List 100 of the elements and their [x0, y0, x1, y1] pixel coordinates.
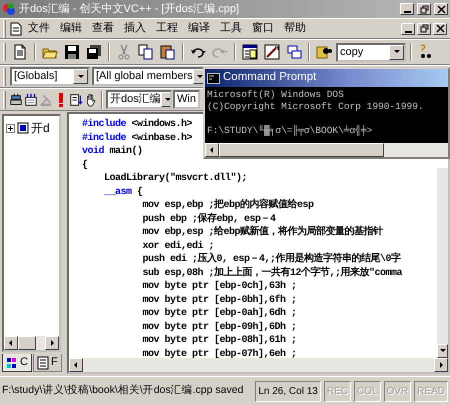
- paste-icon: [160, 44, 176, 60]
- code-line: mov esp,ebp ;把ebp的内容赋值给esp: [142, 199, 314, 212]
- new-file-icon: [12, 44, 28, 60]
- close-icon: [436, 24, 444, 33]
- workspace-tab[interactable]: C: [2, 354, 32, 372]
- caret-icon: [76, 72, 84, 80]
- console-title: Command Prompt: [223, 70, 316, 86]
- find-field[interactable]: copy: [336, 42, 406, 62]
- menu-item[interactable]: 查看: [88, 20, 118, 37]
- close-icon: [436, 4, 446, 14]
- dropdown-button[interactable]: [389, 44, 404, 60]
- code-line: mov ebp,esp ;给ebp赋新值，将作为局部变量的基指针: [142, 226, 383, 240]
- expand-icon[interactable]: [6, 124, 15, 132]
- member-combo[interactable]: [All global members: [92, 67, 206, 86]
- code-line: push edi ;压入0, esp－4,;作用是构造字符串的结尾\0字: [142, 253, 401, 266]
- class-combo[interactable]: [Globals]: [10, 67, 90, 86]
- save-button[interactable]: [62, 42, 82, 62]
- down-arrow-icon: [438, 347, 446, 355]
- save-all-button[interactable]: [84, 42, 104, 62]
- scroll-down-button[interactable]: [437, 344, 448, 358]
- restore-button[interactable]: [417, 3, 431, 15]
- horizontal-scrollbar[interactable]: [4, 336, 59, 350]
- caret-icon: [196, 72, 204, 80]
- menu-item[interactable]: 插入: [120, 20, 150, 37]
- code-line: #include <windows.h>: [82, 118, 192, 132]
- code-line: mov byte ptr [ebp-0ah],6dh ;: [142, 307, 297, 320]
- menu-item[interactable]: 帮助: [280, 20, 310, 37]
- minimize-button[interactable]: [401, 22, 415, 34]
- dropdown-button[interactable]: [192, 69, 204, 84]
- class-icon: [17, 122, 29, 134]
- minimize-button[interactable]: [400, 3, 414, 15]
- class-view-icon: [6, 356, 18, 370]
- workspace-tab[interactable]: F: [32, 354, 62, 372]
- configuration-combo[interactable]: 开dos汇编: [106, 90, 172, 109]
- console-prompt: F:\STUDY\╙▓╕σ\=╟╤σ\BOOK\╧α╣╪>: [207, 125, 372, 137]
- left-arrow-icon: [72, 361, 80, 369]
- menu-item[interactable]: 窗口: [248, 20, 278, 37]
- workspace-button[interactable]: [240, 42, 260, 62]
- left-arrow-icon: [208, 146, 216, 154]
- code-line: mov byte ptr [ebp-09h],6Dh ;: [142, 320, 297, 334]
- code-line: mov byte ptr [ebp-0bh],6fh ;: [142, 294, 297, 307]
- code-line: LoadLibrary("msvcrt.dll");: [103, 172, 248, 186]
- code-line: #include <winbase.h>: [82, 132, 192, 145]
- caret-icon: [392, 48, 400, 56]
- menu-item[interactable]: 工具: [216, 20, 246, 37]
- execute-icon: [59, 92, 63, 107]
- tree-item[interactable]: 开d: [31, 119, 50, 137]
- menu-item[interactable]: 编译: [184, 20, 214, 37]
- status-message: F:\study\讲义\投稿\book\相关\开dos汇编.cpp saved: [2, 383, 244, 398]
- code-line: mov byte ptr [ebp-07h],6eh ;: [142, 348, 297, 358]
- build-icon: [24, 92, 38, 108]
- help-search-icon: [418, 44, 434, 60]
- close-button[interactable]: [434, 3, 448, 15]
- cursor-position: Ln 26, Col 13: [255, 380, 321, 402]
- app-icon: [2, 2, 16, 16]
- minimize-icon: [404, 30, 412, 32]
- caret-icon: [164, 96, 170, 104]
- close-button[interactable]: [433, 22, 447, 34]
- save-icon: [64, 44, 80, 60]
- file-view-icon: [36, 356, 49, 370]
- code-line: mov byte ptr [ebp-0ch],63h ;: [142, 280, 297, 294]
- go-icon: [69, 92, 83, 108]
- vertical-scrollbar[interactable]: [437, 168, 448, 358]
- scroll-right-button[interactable]: [434, 358, 448, 372]
- horizontal-scrollbar[interactable]: [69, 358, 448, 372]
- left-arrow-icon: [7, 339, 15, 347]
- dropdown-button[interactable]: [73, 69, 88, 84]
- menu-item[interactable]: 工程: [152, 20, 182, 37]
- console-window[interactable]: Command Prompt Microsoft(R) Windows DOS (C)Copyright Microsoft Corp 1990-1999. F:\STUDY\╙▓╕σ\=╟╤σ\BOOK\╧α╣╪>: [203, 67, 450, 159]
- code-line: {: [82, 158, 88, 172]
- scroll-left-button[interactable]: [4, 336, 18, 350]
- code-line: mov byte ptr [ebp-08h],61h ;: [142, 334, 297, 348]
- document-icon: [10, 22, 22, 36]
- output-icon: [264, 44, 280, 60]
- platform-combo[interactable]: Win: [173, 90, 200, 109]
- code-line: void main(): [82, 145, 143, 158]
- minimize-icon: [404, 11, 410, 13]
- horizontal-scrollbar[interactable]: [205, 143, 448, 157]
- hand-icon: [84, 92, 98, 108]
- code-line: push ebp ;保存ebp, esp－4: [142, 212, 276, 225]
- code-line: xor edi,edi ;: [142, 240, 214, 252]
- console-text: (C)Copyright Microsoft Corp 1990-1999.: [207, 101, 424, 113]
- menu-item[interactable]: 文件: [24, 20, 54, 37]
- output-button[interactable]: [262, 42, 282, 62]
- cut-icon: [116, 44, 132, 60]
- right-arrow-icon: [48, 339, 56, 347]
- window-title: 开dos汇编 - 创天中文VC++ - [开dos汇编.cpp]: [19, 2, 240, 17]
- scroll-right-button[interactable]: [45, 336, 59, 350]
- scroll-left-button[interactable]: [205, 143, 219, 157]
- save-all-icon: [86, 44, 102, 60]
- menu-item[interactable]: 编辑: [56, 20, 86, 37]
- restore-button[interactable]: [417, 22, 431, 34]
- right-arrow-icon: [437, 361, 445, 369]
- restore-icon: [420, 4, 428, 14]
- compile-icon: [9, 92, 23, 108]
- window-list-icon: [286, 44, 302, 60]
- scroll-left-button[interactable]: [69, 358, 83, 372]
- workspace-icon: [242, 44, 258, 60]
- code-line: sub esp,08h ;加上上面，一共有12个字节,;用来放"comma: [142, 266, 402, 280]
- code-line: __asm {: [103, 186, 143, 199]
